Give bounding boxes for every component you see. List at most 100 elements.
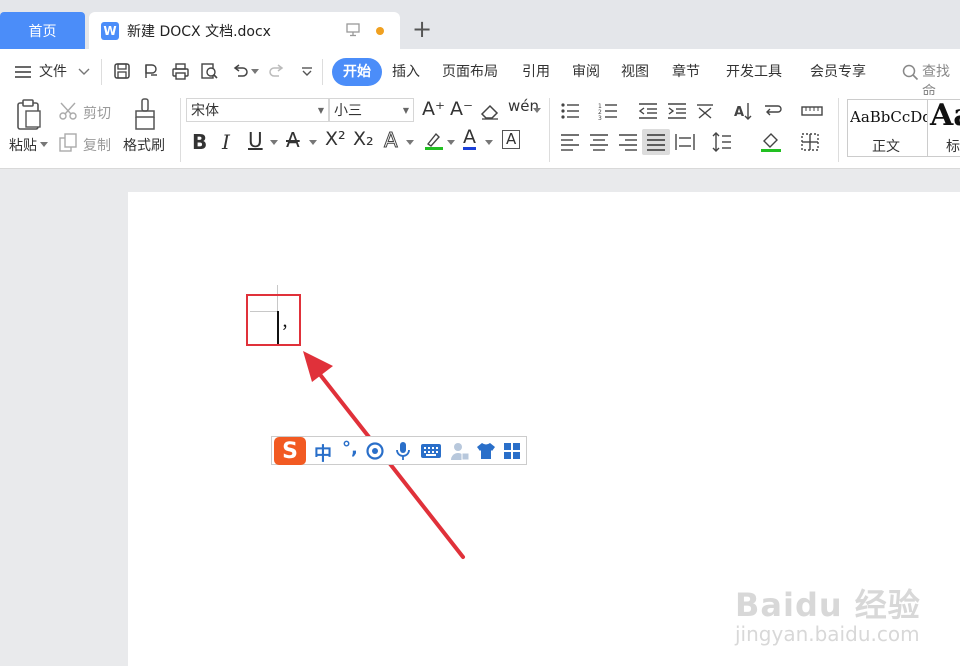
- menu-file[interactable]: 文件: [39, 62, 67, 82]
- emoji-icon[interactable]: [366, 442, 384, 460]
- effect-dropdown-icon[interactable]: [406, 140, 414, 146]
- pinyin-dropdown-icon[interactable]: [533, 108, 541, 114]
- undo-dropdown-icon[interactable]: [251, 69, 259, 75]
- font-color-dropdown-icon[interactable]: [485, 140, 493, 146]
- highlight-dropdown-icon[interactable]: [447, 140, 455, 146]
- font-size-select[interactable]: 小三 ▼: [329, 98, 414, 122]
- ribbon: 粘贴 剪切 复制 格式刷 宋体 ▼ 小三 ▼ A⁺ A⁻ wén B I U A…: [0, 95, 960, 169]
- ime-punctuation-toggle[interactable]: °,: [342, 438, 358, 459]
- menu-review[interactable]: 审阅: [572, 62, 600, 82]
- hamburger-icon[interactable]: [14, 64, 32, 80]
- style-heading[interactable]: Aa 标: [928, 98, 960, 157]
- sogou-logo[interactable]: S: [274, 437, 306, 465]
- customize-toolbar-icon[interactable]: [300, 66, 314, 78]
- line-spacing-icon[interactable]: [712, 131, 732, 153]
- strike-dropdown-icon[interactable]: [309, 140, 317, 146]
- underline-dropdown-icon[interactable]: [270, 140, 278, 146]
- eraser-icon[interactable]: [480, 102, 500, 120]
- undo-icon[interactable]: [231, 63, 249, 79]
- document-tab-title: 新建 DOCX 文档.docx: [127, 23, 271, 40]
- align-right-icon[interactable]: [618, 133, 638, 151]
- shading-icon[interactable]: [760, 131, 782, 153]
- style-heading-label: 标: [946, 139, 960, 155]
- distributed-align-icon[interactable]: [675, 133, 695, 151]
- align-center-icon[interactable]: [589, 133, 609, 151]
- format-painter-button[interactable]: 格式刷: [123, 135, 165, 155]
- tab-home[interactable]: 首页: [0, 12, 85, 49]
- italic-icon[interactable]: I: [222, 130, 230, 154]
- menu-developer[interactable]: 开发工具: [726, 62, 782, 82]
- new-tab-button[interactable]: +: [410, 17, 434, 42]
- highlight-icon[interactable]: [424, 131, 444, 151]
- menu-page-layout[interactable]: 页面布局: [442, 62, 498, 82]
- paste-button[interactable]: 粘贴: [9, 135, 37, 155]
- search-icon[interactable]: [902, 64, 919, 81]
- decrease-font-icon[interactable]: A⁻: [450, 98, 473, 120]
- font-color-icon[interactable]: A: [463, 127, 476, 150]
- menu-insert[interactable]: 插入: [392, 62, 420, 82]
- borders-icon[interactable]: [800, 132, 820, 152]
- save-icon[interactable]: [113, 62, 131, 80]
- divider: [838, 98, 839, 162]
- text-effect-icon[interactable]: A: [384, 128, 399, 153]
- menu-section[interactable]: 章节: [672, 62, 700, 82]
- subscript-icon[interactable]: X₂: [353, 128, 374, 150]
- paste-icon[interactable]: [14, 99, 44, 131]
- font-size-value: 小三: [334, 103, 362, 119]
- chevron-down-icon[interactable]: [78, 67, 90, 77]
- justify-button[interactable]: [642, 129, 670, 155]
- search-label[interactable]: 查找命: [922, 62, 960, 100]
- redo-icon[interactable]: [268, 63, 286, 79]
- print-preview-icon[interactable]: [200, 62, 219, 80]
- baidu-watermark-url: jingyan.baidu.com: [735, 622, 920, 646]
- keyboard-icon[interactable]: [420, 443, 442, 459]
- user-account-icon[interactable]: [450, 441, 470, 461]
- menu-references[interactable]: 引用: [522, 62, 550, 82]
- char-border-icon[interactable]: A: [502, 130, 521, 149]
- divider: [322, 59, 323, 85]
- increase-font-icon[interactable]: A⁺: [422, 98, 445, 120]
- toolbox-grid-icon[interactable]: [503, 442, 521, 460]
- copy-button[interactable]: 复制: [83, 135, 111, 155]
- annotation-highlight-box: [246, 294, 301, 346]
- font-name-value: 宋体: [191, 103, 219, 119]
- bullet-list-icon[interactable]: [560, 102, 580, 120]
- divider: [180, 98, 181, 162]
- svg-text:A: A: [734, 105, 744, 120]
- strikethrough-icon[interactable]: A: [286, 128, 300, 152]
- line-break-icon[interactable]: [763, 102, 783, 120]
- sort-icon[interactable]: A: [733, 101, 753, 121]
- menu-member[interactable]: 会员专享: [810, 62, 866, 82]
- copy-icon[interactable]: [58, 133, 78, 153]
- increase-indent-icon[interactable]: [667, 102, 687, 120]
- decrease-indent-icon[interactable]: [638, 102, 658, 120]
- style-heading-preview: Aa: [930, 98, 960, 133]
- ime-toolbar[interactable]: S 中 °,: [271, 436, 527, 465]
- style-normal[interactable]: AaBbCcDd 正文: [847, 99, 928, 157]
- menu-view[interactable]: 视图: [621, 62, 649, 82]
- superscript-icon[interactable]: X²: [325, 128, 346, 150]
- font-name-select[interactable]: 宋体 ▼: [186, 98, 329, 122]
- chinese-layout-icon[interactable]: [695, 102, 715, 120]
- baidu-watermark-logo: Baidu 经验: [735, 586, 921, 624]
- bold-icon[interactable]: B: [192, 130, 207, 154]
- ruler-icon[interactable]: [801, 103, 823, 119]
- tab-document[interactable]: W 新建 DOCX 文档.docx: [89, 12, 400, 49]
- cut-button[interactable]: 剪切: [83, 103, 111, 123]
- ime-language-toggle[interactable]: 中: [314, 440, 332, 466]
- chevron-down-icon: ▼: [402, 106, 409, 115]
- unsaved-indicator: [376, 27, 384, 35]
- scissors-icon[interactable]: [58, 101, 78, 121]
- style-normal-label: 正文: [872, 139, 900, 155]
- menu-start[interactable]: 开始: [332, 58, 382, 86]
- paste-dropdown-icon[interactable]: [40, 142, 48, 148]
- print-icon[interactable]: [171, 62, 190, 80]
- export-icon[interactable]: [142, 62, 160, 80]
- format-painter-icon[interactable]: [133, 98, 157, 132]
- underline-icon[interactable]: U: [248, 128, 263, 152]
- numbered-list-icon[interactable]: 123: [598, 102, 618, 120]
- align-left-icon[interactable]: [560, 133, 580, 151]
- skin-shirt-icon[interactable]: [476, 442, 496, 460]
- monitor-icon[interactable]: [345, 22, 361, 38]
- microphone-icon[interactable]: [395, 441, 411, 461]
